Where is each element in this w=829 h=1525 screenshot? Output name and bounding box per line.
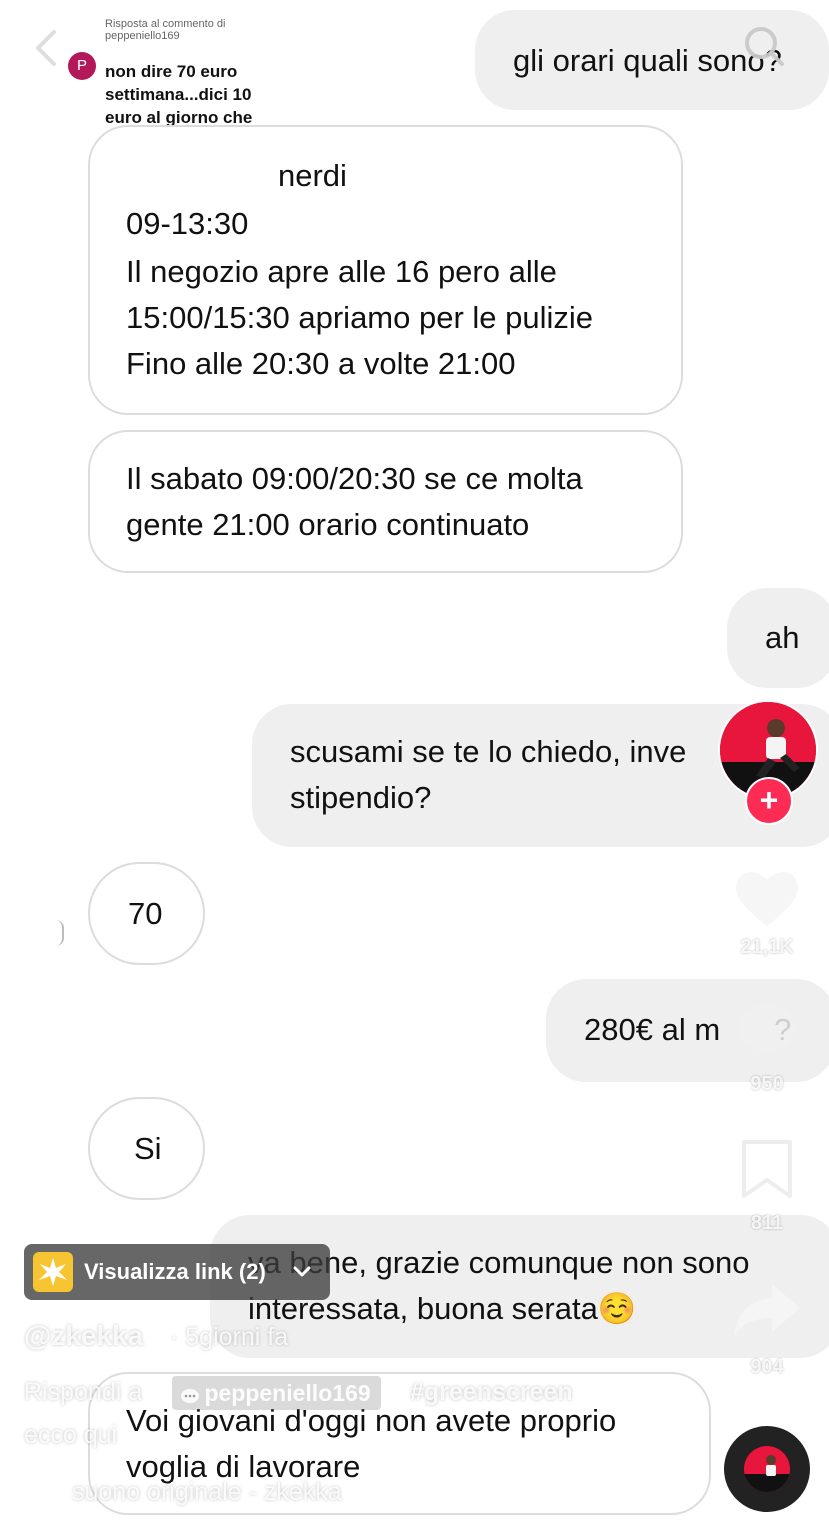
message-text: gente 21:00 orario continuato	[126, 507, 530, 542]
message-text: 70	[128, 896, 163, 931]
view-links-label: Visualizza link (2)	[84, 1259, 266, 1284]
bookmark-icon[interactable]	[740, 1138, 794, 1200]
music-disc[interactable]	[724, 1426, 810, 1512]
message-bubble-incoming: Il sabato 09:00/20:30 se ce molta gente …	[88, 430, 683, 573]
sound-label[interactable]: suono originale - zkekka	[72, 1478, 342, 1507]
view-links-button[interactable]: Visualizza link (2)	[24, 1244, 330, 1300]
reply-sticker-header: Risposta al commento di peppeniello169	[105, 18, 226, 42]
share-icon[interactable]	[732, 1280, 802, 1338]
message-text: ah	[765, 620, 800, 655]
hashtag-link[interactable]: #greenscreen	[410, 1378, 573, 1407]
search-icon[interactable]	[742, 24, 786, 68]
save-count: 811	[750, 1212, 784, 1234]
message-bubble-incoming: Si	[88, 1097, 205, 1200]
author-handle[interactable]: @zkekka	[24, 1320, 143, 1352]
message-bubble-incoming: nerdi 09-13:30 Il negozio apre alle 16 p…	[88, 125, 683, 415]
caption-prefix: Rispondi a	[24, 1378, 143, 1406]
sparkle-icon	[33, 1252, 73, 1292]
mention-chip[interactable]: peppeniello169	[172, 1376, 381, 1410]
message-text: 09-13:30	[126, 206, 249, 241]
message-text: 15:00/15:30 apriamo per le pulizie	[126, 300, 594, 335]
follow-plus-button[interactable]: +	[745, 777, 793, 825]
comment-bubble-icon	[180, 1388, 200, 1406]
message-text: Il sabato 09:00/20:30 se ce molta	[126, 461, 583, 496]
commenter-avatar: P	[68, 52, 96, 80]
comment-icon[interactable]	[736, 1000, 798, 1062]
post-time: · 5giorni fa	[170, 1323, 289, 1351]
like-count: 21,1K	[740, 936, 794, 958]
message-text: 280€ al m	[584, 1012, 721, 1047]
message-text: Il negozio apre alle 16 pero alle	[126, 254, 557, 289]
music-note-icon	[24, 1475, 54, 1508]
message-text: Fino alle 20:30 a volte 21:00	[126, 346, 516, 381]
message-text: Si	[134, 1131, 162, 1166]
message-bubble-incoming: 70	[88, 862, 205, 965]
message-bubble-outgoing: ah	[727, 588, 829, 688]
mention-text: peppeniello169	[204, 1380, 371, 1406]
disc-cover-image	[744, 1446, 790, 1492]
back-icon[interactable]	[28, 28, 64, 68]
chevron-down-icon	[290, 1260, 314, 1284]
left-edge-mark	[56, 920, 64, 946]
comment-count: 950	[750, 1073, 784, 1095]
share-count: 904	[750, 1356, 784, 1378]
heart-icon[interactable]	[731, 866, 803, 930]
message-text: nerdi	[278, 158, 347, 193]
caption-rest: ecco qui	[24, 1421, 118, 1449]
